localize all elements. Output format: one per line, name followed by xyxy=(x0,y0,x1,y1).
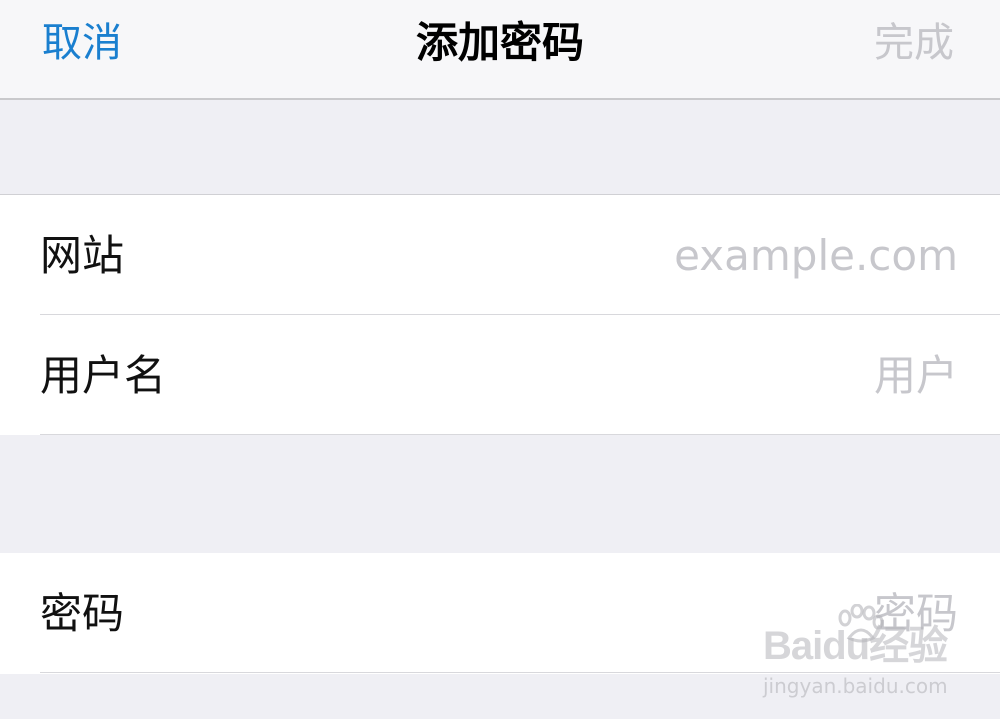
row-separator xyxy=(40,672,1000,673)
navigation-bar: 取消 添加密码 完成 xyxy=(0,0,1000,100)
row-separator xyxy=(40,434,1000,435)
password-label: 密码 xyxy=(40,589,125,638)
done-button[interactable]: 完成 xyxy=(874,18,954,68)
website-label: 网站 xyxy=(40,231,125,280)
username-row[interactable]: 用户名 xyxy=(0,315,1000,435)
password-group: 密码 xyxy=(0,553,1000,674)
website-input[interactable] xyxy=(398,225,958,285)
account-group: 网站 用户名 xyxy=(0,194,1000,435)
website-row[interactable]: 网站 xyxy=(0,195,1000,315)
password-input[interactable] xyxy=(398,583,958,643)
username-label: 用户名 xyxy=(40,351,167,400)
watermark-url: jingyan.baidu.com xyxy=(763,674,948,698)
page-title: 添加密码 xyxy=(415,18,584,67)
username-input[interactable] xyxy=(398,345,958,405)
password-row[interactable]: 密码 xyxy=(0,553,1000,673)
